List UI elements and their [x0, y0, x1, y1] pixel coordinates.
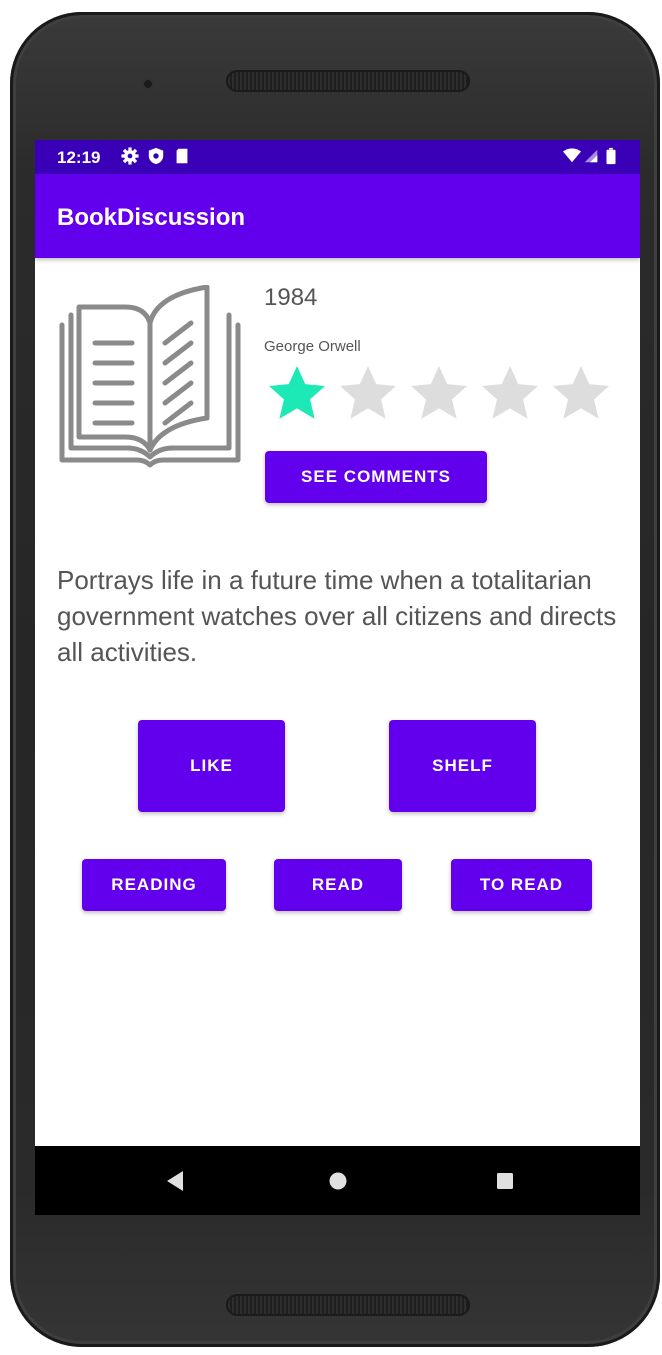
star-5-empty-icon[interactable]	[549, 362, 613, 426]
bottom-speaker	[226, 1294, 470, 1316]
wifi-icon	[563, 148, 581, 163]
open-book-icon	[59, 285, 241, 468]
star-1-filled-icon[interactable]	[265, 362, 329, 426]
shelf-button[interactable]: SHELF	[389, 720, 536, 812]
status-bar: 12:19	[35, 140, 640, 174]
shield-icon	[148, 147, 164, 165]
app-title: BookDiscussion	[57, 204, 246, 231]
app-bar: BookDiscussion	[35, 174, 640, 258]
back-icon	[167, 1170, 183, 1191]
rating-bar[interactable]	[265, 362, 615, 426]
like-button[interactable]: LIKE	[138, 720, 285, 812]
battery-icon	[606, 147, 616, 165]
home-icon	[329, 1172, 347, 1189]
recents-button[interactable]	[465, 1146, 545, 1215]
front-camera	[142, 78, 154, 90]
see-comments-button[interactable]: SEE COMMENTS	[265, 451, 487, 503]
back-button[interactable]	[135, 1146, 215, 1215]
signal-icon	[584, 149, 598, 163]
book-description: Portrays life in a future time when a to…	[57, 565, 617, 667]
book-title: 1984	[264, 284, 318, 311]
navigation-bar	[35, 1146, 640, 1215]
app-screen: 12:19 BookDiscussion 1984 George Orwell …	[35, 140, 640, 1215]
star-4-empty-icon[interactable]	[478, 362, 542, 426]
sim-card-icon	[176, 148, 188, 164]
to-read-button[interactable]: TO READ	[451, 859, 592, 911]
read-button[interactable]: READ	[274, 859, 402, 911]
star-3-empty-icon[interactable]	[407, 362, 471, 426]
home-button[interactable]	[298, 1146, 378, 1215]
status-time: 12:19	[57, 148, 101, 167]
reading-button[interactable]: READING	[82, 859, 226, 911]
recents-icon	[497, 1172, 513, 1189]
star-2-empty-icon[interactable]	[336, 362, 400, 426]
book-author: George Orwell	[264, 338, 361, 355]
settings-icon	[121, 147, 139, 165]
earpiece-speaker	[226, 70, 470, 92]
